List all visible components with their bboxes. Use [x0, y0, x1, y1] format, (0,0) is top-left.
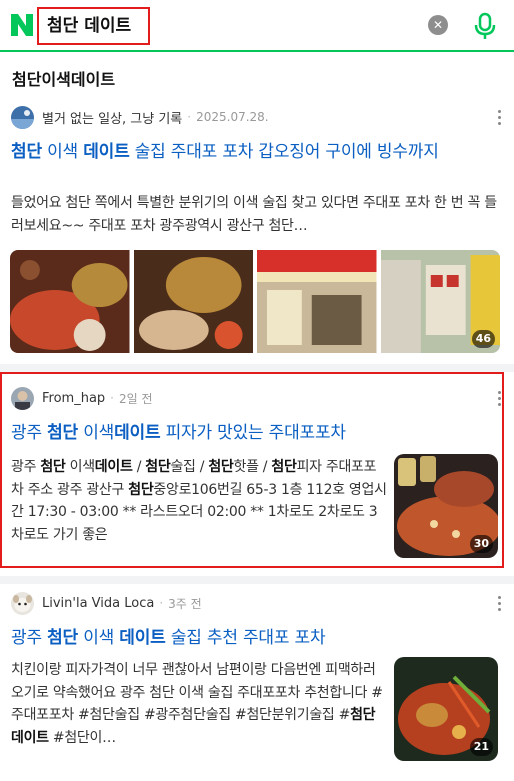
title-text: 피자가 맛있는 주대포포차: [160, 423, 346, 443]
desc-keyword: 첨단: [208, 459, 234, 475]
title-text: 이색: [77, 423, 115, 443]
photo-count-badge: 30: [469, 535, 493, 553]
title-text: 광주: [11, 628, 48, 648]
photo-thumbnail[interactable]: [10, 250, 130, 353]
desc-text: 핫플 /: [233, 459, 272, 475]
author-name[interactable]: Livin'la Vida Loca: [42, 596, 154, 611]
photo-thumbnail[interactable]: 21: [394, 657, 498, 761]
desc-text: 이색: [65, 459, 95, 475]
desc-text: 치킨이랑 피자가격이 너무 괜찮아서 남편이랑 다음번엔 피맥하러 오기로 약속…: [11, 662, 383, 723]
avatar: [11, 591, 34, 615]
section-title: 첨단이색데이트: [12, 70, 116, 89]
divider: [0, 364, 514, 372]
post-date: 3주 전: [168, 596, 202, 611]
clear-search-button[interactable]: ✕: [428, 15, 448, 35]
photo-thumbnail[interactable]: [133, 250, 253, 353]
search-input[interactable]: 첨단 데이트: [37, 7, 150, 45]
photo-strip[interactable]: 46: [10, 250, 500, 353]
post-title[interactable]: 첨단 이색 데이트 술집 주대포 포차 갑오징어 구이에 빙수까지: [11, 140, 501, 165]
more-options-icon[interactable]: [496, 391, 502, 407]
post-description: 치킨이랑 피자가격이 너무 괜찮아서 남편이랑 다음번엔 피맥하러 오기로 약속…: [11, 659, 387, 751]
post-title[interactable]: 광주 첨단 이색데이트 피자가 맛있는 주대포포차: [11, 421, 491, 446]
desc-keyword: 첨단: [271, 459, 297, 475]
more-options-icon[interactable]: [496, 110, 502, 126]
photo-thumbnail[interactable]: 46: [380, 250, 500, 353]
post-author-row[interactable]: From_hap · 2일 전: [11, 386, 153, 410]
title-text: 술집 추천 주대포 포차: [165, 628, 326, 648]
divider: [0, 576, 514, 584]
desc-text: 술집 /: [170, 459, 209, 475]
photo-thumbnail[interactable]: 30: [394, 454, 498, 558]
title-keyword: 데이트: [119, 628, 166, 648]
photo-count-badge: 21: [469, 738, 493, 756]
title-keyword: 첨단: [47, 628, 78, 648]
title-keyword: 첨단: [47, 423, 78, 443]
microphone-icon[interactable]: [472, 12, 498, 40]
search-bar: 첨단 데이트 ✕: [0, 0, 514, 52]
title-text: 이색: [77, 628, 120, 648]
title-keyword: 데이트: [83, 142, 130, 162]
post-author-row[interactable]: Livin'la Vida Loca · 3주 전: [11, 591, 202, 615]
author-name[interactable]: From_hap: [42, 391, 105, 406]
photo-count-badge: 46: [471, 330, 495, 348]
post-title[interactable]: 광주 첨단 이색 데이트 술집 추천 주대포 포차: [11, 626, 501, 651]
post-description: 광주 첨단 이색데이트 / 첨단술집 / 첨단핫플 / 첨단피자 주대포포차 주…: [11, 456, 387, 548]
avatar: [11, 386, 34, 410]
desc-keyword: 데이트: [94, 459, 133, 475]
post-author-row[interactable]: 별거 없는 일상, 그냥 기록 · 2025.07.28.: [11, 105, 269, 129]
avatar: [11, 105, 34, 129]
more-options-icon[interactable]: [496, 596, 502, 612]
title-keyword: 첨단: [11, 142, 42, 162]
desc-keyword: 첨단: [128, 481, 154, 498]
title-text: 술집 주대포 포차 갑오징어 구이에 빙수까지: [129, 142, 439, 162]
separator-dot: ·: [187, 110, 192, 124]
desc-keyword: 첨단: [40, 459, 66, 475]
desc-text: /: [132, 459, 146, 475]
post-description: 들었어요 첨단 쪽에서 특별한 분위기의 이색 술집 찾고 있다면 주대포 포차…: [11, 195, 497, 234]
separator-dot: ·: [159, 596, 164, 610]
title-keyword: 데이트: [114, 423, 161, 443]
title-text: 이색: [41, 142, 84, 162]
naver-logo-icon[interactable]: [9, 11, 35, 39]
desc-text: #첨단이…: [48, 729, 116, 746]
title-text: 광주: [11, 423, 48, 443]
desc-keyword: 첨단: [145, 459, 171, 475]
post-date: 2일 전: [119, 391, 153, 406]
author-name[interactable]: 별거 없는 일상, 그냥 기록: [42, 108, 182, 127]
desc-text: 광주: [11, 459, 41, 475]
photo-thumbnail[interactable]: [257, 250, 377, 353]
separator-dot: ·: [110, 391, 114, 405]
post-date: 2025.07.28.: [196, 110, 269, 124]
